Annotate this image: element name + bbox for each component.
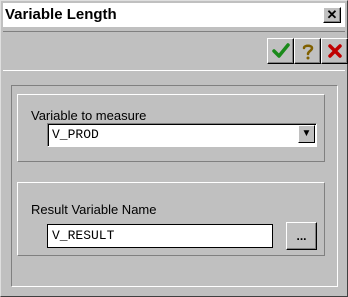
- chevron-down-icon: ▼: [301, 128, 312, 139]
- dropdown-arrow-button[interactable]: ▼: [298, 125, 315, 143]
- result-label: Result Variable Name: [31, 202, 157, 217]
- result-variable-input[interactable]: V_RESULT: [47, 224, 273, 248]
- help-button[interactable]: [294, 38, 321, 64]
- title-bar: Variable Length ✕: [3, 3, 345, 27]
- variable-to-measure-select[interactable]: V_PROD ▼: [47, 123, 317, 147]
- cancel-button[interactable]: [321, 38, 348, 64]
- close-button[interactable]: ✕: [323, 7, 341, 23]
- measure-label: Variable to measure: [31, 108, 147, 123]
- window-title: Variable Length: [5, 6, 117, 23]
- ok-button[interactable]: [267, 38, 294, 64]
- question-icon: [302, 44, 313, 60]
- result-variable-value: V_RESULT: [52, 228, 115, 243]
- browse-button[interactable]: ...: [286, 222, 317, 250]
- ellipsis-icon: ...: [296, 229, 307, 243]
- variable-to-measure-value: V_PROD: [52, 127, 99, 142]
- close-icon: ✕: [326, 7, 338, 22]
- x-icon: [327, 44, 342, 58]
- checkmark-icon: [271, 43, 290, 58]
- toolbar: [3, 31, 348, 71]
